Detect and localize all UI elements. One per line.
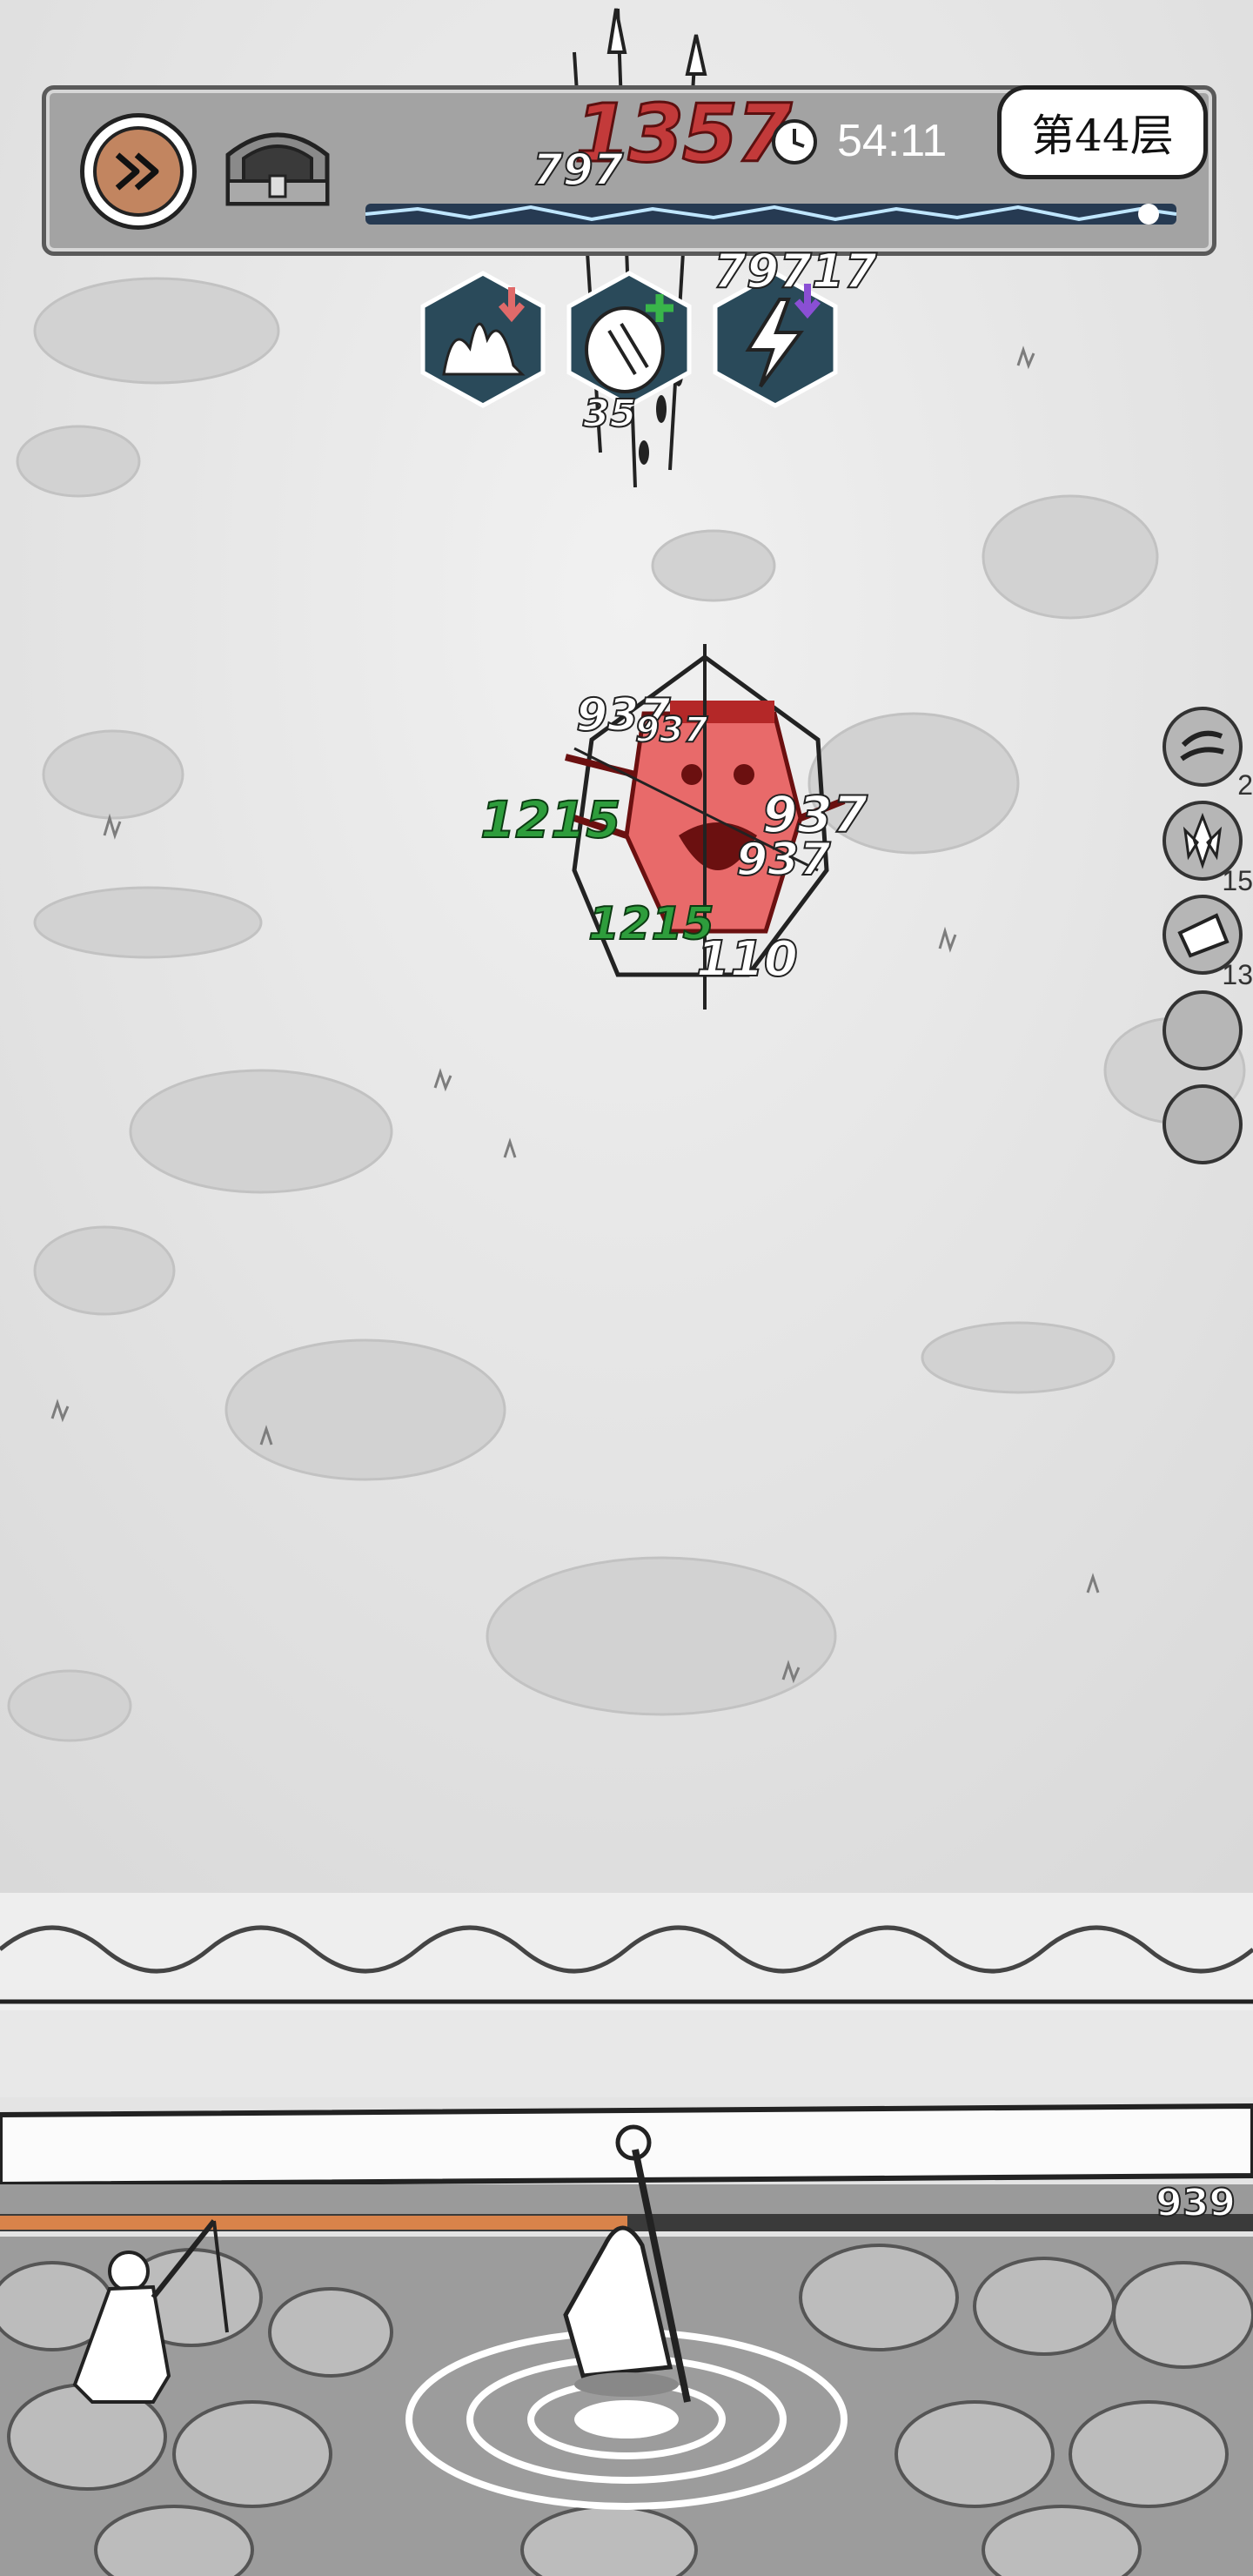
player-hp-value: 939	[1155, 2180, 1236, 2226]
damage-number: 797	[532, 144, 624, 196]
skill-count: 15	[1222, 865, 1253, 896]
ally-character	[72, 2219, 229, 2404]
skill-count: 13	[1222, 959, 1253, 990]
fire-down-icon	[420, 271, 546, 408]
lightning-energy-bar	[365, 204, 1176, 225]
damage-number: 937	[634, 709, 708, 751]
heal-number: 1215	[479, 789, 621, 850]
battle-timer: 54:11	[837, 116, 948, 166]
empty-skill-slot[interactable]	[1163, 1084, 1243, 1164]
hero-mage	[563, 2124, 691, 2403]
damage-number: 937	[735, 833, 832, 887]
damage-number: 35	[582, 391, 637, 437]
clock-icon	[772, 119, 817, 164]
skill-count: 2	[1237, 769, 1253, 801]
damage-number: 79717	[713, 243, 878, 299]
floor-level-badge: 第44层	[997, 85, 1208, 179]
damage-number: 110	[695, 930, 799, 989]
empty-skill-slot[interactable]	[1163, 990, 1243, 1070]
fast-forward-icon	[115, 152, 159, 191]
treasure-chest-button[interactable]	[219, 120, 336, 214]
claw-heal-icon	[566, 271, 692, 408]
fast-forward-button[interactable]	[80, 113, 197, 230]
game-scene: 939 1357 54:11 第44层 2 15 13 797 79717 35…	[0, 0, 1253, 2576]
